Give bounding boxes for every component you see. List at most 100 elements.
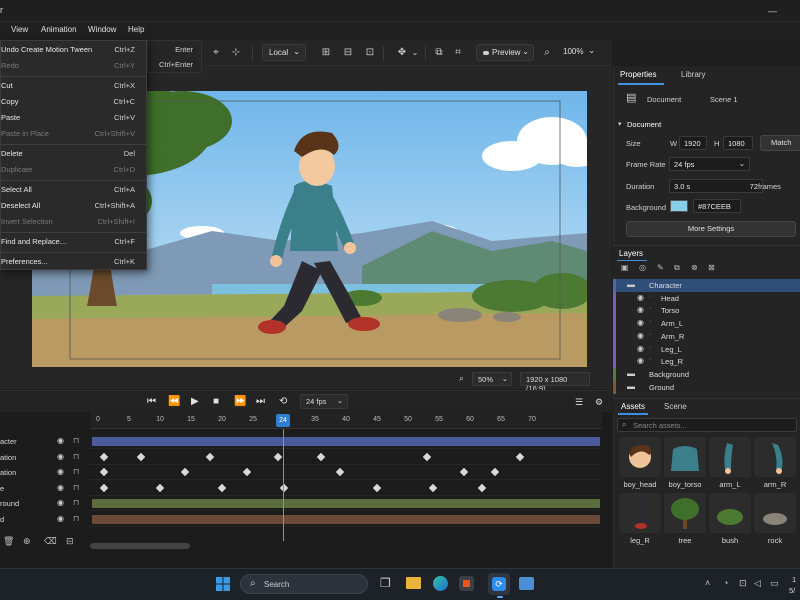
folder-icon[interactable]: ⊟ bbox=[66, 536, 74, 547]
active-app-slot[interactable]: ⟳ bbox=[488, 573, 510, 595]
zoom-icon[interactable]: ⌕ bbox=[459, 373, 464, 384]
layer-item[interactable]: ▬ Ground bbox=[613, 380, 800, 394]
asset-tile[interactable]: boy_torso bbox=[664, 437, 706, 495]
lock-icon[interactable]: · bbox=[649, 293, 651, 300]
track-row[interactable] bbox=[90, 450, 602, 465]
lock-icon[interactable]: ⊓ bbox=[73, 483, 79, 492]
track-row[interactable] bbox=[90, 465, 602, 480]
track-row[interactable] bbox=[90, 434, 602, 449]
move-icon[interactable]: ✥ bbox=[396, 47, 408, 59]
zoom-dropdown[interactable]: 100% ⌄ bbox=[557, 44, 595, 61]
transform-space-dropdown[interactable]: Local ⌄ bbox=[262, 44, 306, 61]
target-icon[interactable]: ◎ bbox=[639, 263, 646, 272]
snap-icon[interactable]: ⊹ bbox=[230, 47, 242, 59]
stage-zoom-dropdown[interactable]: 50% ⌄ bbox=[472, 372, 512, 386]
fps-dropdown[interactable]: 24 fps ⌄ bbox=[300, 394, 348, 409]
duplicate-icon[interactable]: ⧉ bbox=[674, 263, 680, 273]
track-header[interactable]: ation ◉ ⊓ bbox=[0, 450, 90, 465]
link-icon[interactable]: ⊗ bbox=[691, 263, 698, 272]
layer-item[interactable]: ◉ · Torso bbox=[613, 304, 800, 318]
layer-item[interactable]: ▬ Background bbox=[613, 367, 800, 381]
keyframe-marker[interactable] bbox=[478, 483, 487, 492]
keyframe-marker[interactable] bbox=[372, 483, 382, 492]
file-explorer-icon[interactable] bbox=[406, 577, 421, 589]
layer-item[interactable]: ◉ · Head bbox=[613, 291, 800, 305]
list-icon[interactable]: ☰ bbox=[575, 396, 583, 408]
match-contents-button[interactable]: Match co bbox=[760, 135, 800, 151]
background-color-field[interactable]: #87CEEB bbox=[693, 199, 741, 213]
keyframe-marker[interactable] bbox=[515, 452, 524, 461]
keyframe-marker[interactable] bbox=[99, 467, 109, 477]
add-layer-icon[interactable]: ⊕ bbox=[23, 536, 31, 547]
timeline-ruler[interactable]: 0510152025303540455055606570 bbox=[90, 412, 602, 429]
distribute-icon[interactable]: ⊟ bbox=[342, 47, 354, 59]
keyframe-marker[interactable] bbox=[217, 483, 227, 492]
eye-icon[interactable]: ◉ bbox=[637, 305, 644, 314]
playhead[interactable] bbox=[283, 429, 284, 541]
zoom-icon[interactable]: ⌕ bbox=[541, 47, 553, 59]
track-span-bar[interactable] bbox=[92, 499, 600, 508]
menu-view[interactable]: View bbox=[11, 25, 28, 34]
playhead-frame[interactable]: 24 bbox=[276, 414, 290, 427]
asset-tile[interactable]: rock bbox=[754, 493, 796, 551]
delete-icon[interactable]: 🗑 bbox=[3, 536, 14, 547]
menu-item-cut[interactable]: Cut Ctrl+X bbox=[1, 79, 147, 93]
width-field[interactable]: 1920 bbox=[679, 136, 707, 150]
keyframe-marker[interactable] bbox=[137, 452, 146, 461]
keyframe-marker[interactable] bbox=[422, 452, 431, 461]
lock-icon[interactable]: · bbox=[649, 331, 651, 338]
preview-dropdown[interactable]: Preview ⌄ bbox=[476, 44, 534, 61]
keyframe-marker[interactable] bbox=[428, 483, 438, 492]
keyframe-marker[interactable] bbox=[205, 452, 214, 461]
eye-icon[interactable]: ◉ bbox=[57, 467, 64, 476]
eye-icon[interactable]: ◉ bbox=[57, 483, 64, 492]
track-row[interactable] bbox=[90, 512, 602, 527]
menu-item-select-all[interactable]: Select All Ctrl+A bbox=[1, 183, 147, 197]
lock-icon[interactable]: ⊓ bbox=[73, 452, 79, 461]
battery-icon[interactable]: ▭ bbox=[770, 578, 779, 589]
brush-icon[interactable]: ✎ bbox=[657, 263, 664, 272]
lock-icon[interactable]: · bbox=[649, 344, 651, 351]
asset-search-input[interactable]: ⌕ Search assets... bbox=[617, 418, 797, 432]
taskbar-search[interactable]: ⌕ Search bbox=[240, 574, 368, 594]
frame-rate-dropdown[interactable]: 24 fps ⌄ bbox=[669, 157, 750, 171]
keyframe-marker[interactable] bbox=[99, 483, 109, 492]
track-header[interactable]: ation ◉ ⊓ bbox=[0, 465, 90, 480]
step-forward-icon[interactable]: ⏩ bbox=[234, 396, 246, 408]
trash-icon[interactable]: ⌫ bbox=[44, 536, 57, 547]
keyframe-marker[interactable] bbox=[180, 467, 190, 477]
lock-icon[interactable]: ⊓ bbox=[73, 514, 79, 523]
track-row[interactable] bbox=[90, 481, 602, 496]
keyframe-marker[interactable] bbox=[459, 467, 469, 477]
menu-item-invert-selection[interactable]: Invert Selection Ctrl+Shift+I bbox=[1, 215, 147, 229]
track-header[interactable]: d ◉ ⊓ bbox=[0, 512, 90, 527]
asset-tile[interactable]: tree bbox=[664, 493, 706, 551]
menu-item-paste-in-place[interactable]: Paste in Place Ctrl+Shift+V bbox=[1, 127, 147, 141]
duration-field[interactable]: 3.0 s 72 bbox=[669, 179, 763, 193]
track-header[interactable]: acter ◉ ⊓ bbox=[0, 434, 90, 449]
asset-tile[interactable]: bush bbox=[709, 493, 751, 551]
layer-item[interactable]: ▬ Character bbox=[613, 279, 800, 292]
asset-tile[interactable]: arm_R bbox=[754, 437, 796, 495]
tab-library[interactable]: Library bbox=[681, 70, 705, 79]
eye-icon[interactable]: ◉ bbox=[637, 331, 644, 340]
layer-item[interactable]: ◉ · Leg_R bbox=[613, 355, 800, 369]
store-icon[interactable] bbox=[459, 576, 474, 591]
eye-icon[interactable]: ◉ bbox=[57, 514, 64, 523]
skip-to-start-icon[interactable]: ⏮ bbox=[147, 396, 156, 408]
tab-scene[interactable]: Scene bbox=[664, 402, 687, 411]
tab-assets[interactable]: Assets bbox=[621, 402, 645, 411]
speaker-icon[interactable]: ◁ bbox=[754, 578, 761, 589]
layer-item[interactable]: ◉ · Leg_L bbox=[613, 342, 800, 356]
keyframe-marker[interactable] bbox=[335, 467, 345, 477]
track-span-bar[interactable] bbox=[92, 437, 600, 446]
layer-item[interactable]: ◉ · Arm_L bbox=[613, 317, 800, 331]
chevron-up-icon[interactable]: ˄ bbox=[705, 578, 710, 588]
menu-item-find-replace[interactable]: Find and Replace... Ctrl+F bbox=[1, 235, 147, 249]
loop-icon[interactable]: ⟲ bbox=[279, 396, 287, 408]
keyframe-marker[interactable] bbox=[155, 483, 165, 492]
eye-icon[interactable]: ◉ bbox=[637, 356, 644, 365]
step-back-icon[interactable]: ⏪ bbox=[168, 396, 180, 408]
eye-icon[interactable]: ◉ bbox=[57, 498, 64, 507]
menu-help[interactable]: Help bbox=[128, 25, 144, 34]
